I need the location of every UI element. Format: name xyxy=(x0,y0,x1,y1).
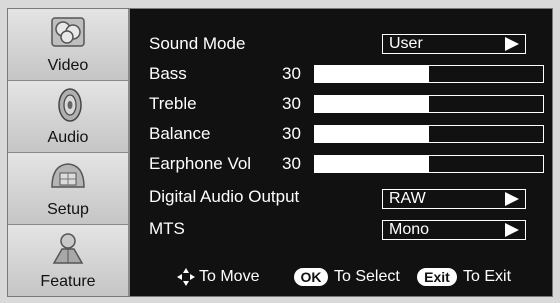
sidebar-item-label: Setup xyxy=(47,201,89,218)
select-hint: To Select xyxy=(334,268,400,285)
sidebar-item-audio[interactable]: Audio xyxy=(8,81,128,153)
digital-audio-output-label: Digital Audio Output xyxy=(149,187,300,206)
exit-hint: To Exit xyxy=(463,268,512,285)
balance-label: Balance xyxy=(149,124,211,143)
earphone-vol-slider-fill xyxy=(315,156,429,172)
mts-select[interactable]: Mono xyxy=(382,220,526,240)
move-arrows-icon xyxy=(176,267,196,292)
audio-settings-panel: Sound Mode User Bass 30 Treble 30 Balanc… xyxy=(130,9,552,296)
balance-slider-fill xyxy=(315,126,429,142)
arrow-right-icon xyxy=(505,37,519,51)
earphone-vol-label: Earphone Vol xyxy=(149,154,252,173)
earphone-vol-value: 30 xyxy=(282,154,301,173)
bass-value: 30 xyxy=(282,64,301,83)
treble-label: Treble xyxy=(149,94,197,113)
speaker-icon xyxy=(46,87,90,123)
sidebar-item-label: Video xyxy=(47,57,89,74)
bass-slider[interactable] xyxy=(314,65,544,83)
mts-label: MTS xyxy=(149,219,185,238)
bass-slider-fill xyxy=(315,66,429,82)
sound-mode-value: User xyxy=(389,35,423,52)
digital-audio-output-value: RAW xyxy=(389,190,426,207)
balance-slider[interactable] xyxy=(314,125,544,143)
key-hints: To Move OK To Select Exit To Exit xyxy=(130,265,552,289)
ok-key-badge: OK xyxy=(294,268,328,286)
sidebar-item-label: Audio xyxy=(47,129,89,146)
treble-value: 30 xyxy=(282,94,301,113)
feature-icon xyxy=(46,231,90,267)
arrow-right-icon xyxy=(505,223,519,237)
mts-value: Mono xyxy=(389,221,430,238)
treble-slider[interactable] xyxy=(314,95,544,113)
sidebar-item-label: Feature xyxy=(40,273,96,290)
bass-label: Bass xyxy=(149,64,187,83)
move-hint: To Move xyxy=(199,268,260,285)
sidebar-item-video[interactable]: Video xyxy=(8,9,128,81)
sound-mode-select[interactable]: User xyxy=(382,34,526,54)
earphone-vol-slider[interactable] xyxy=(314,155,544,173)
setup-icon xyxy=(46,159,90,195)
osd-menu: Video Audio Setup Feature Sound Mode Use… xyxy=(7,8,553,297)
balance-value: 30 xyxy=(282,124,301,143)
digital-audio-output-select[interactable]: RAW xyxy=(382,189,526,209)
arrow-right-icon xyxy=(505,192,519,206)
treble-slider-fill xyxy=(315,96,429,112)
sidebar: Video Audio Setup Feature xyxy=(8,9,130,296)
sound-mode-label: Sound Mode xyxy=(149,34,246,53)
video-icon xyxy=(46,15,90,51)
exit-key-badge: Exit xyxy=(417,268,457,286)
sidebar-item-feature[interactable]: Feature xyxy=(8,225,128,296)
sidebar-item-setup[interactable]: Setup xyxy=(8,153,128,225)
